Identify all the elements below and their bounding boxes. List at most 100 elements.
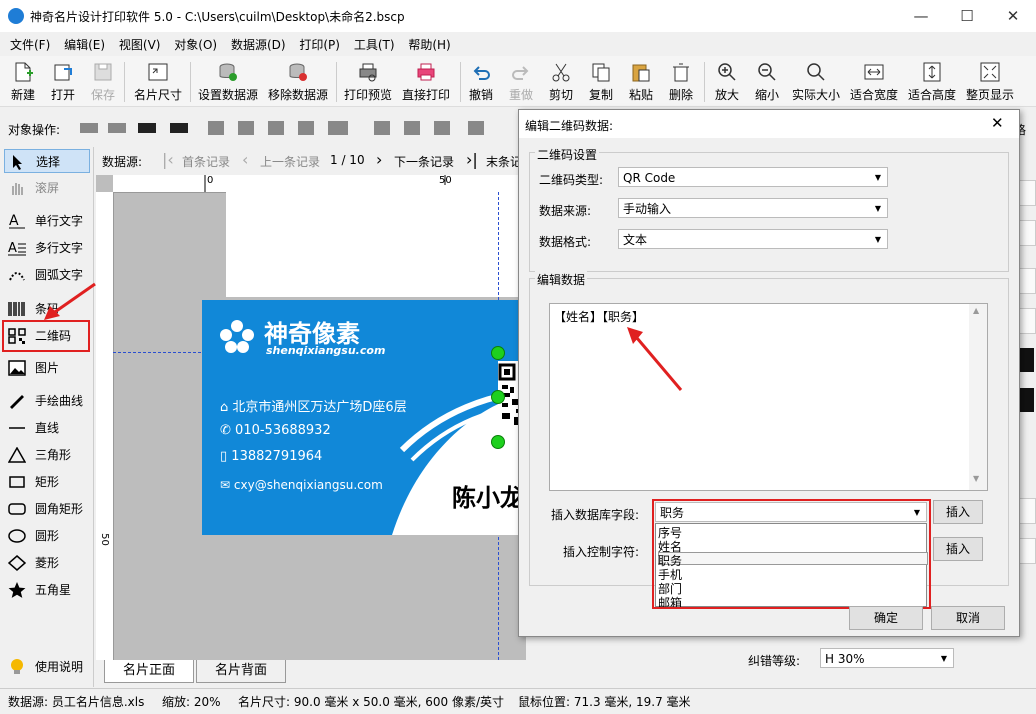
- next-record-icon: ›: [376, 150, 383, 169]
- zoom-out-button[interactable]: 缩小: [754, 59, 780, 103]
- fit-width-button[interactable]: 适合宽度: [848, 59, 900, 103]
- tool-single-line-text[interactable]: A 单行文字: [4, 209, 90, 233]
- qrcode-data-textarea[interactable]: 【姓名】【职务】 ▲ ▼: [549, 303, 988, 491]
- tab-back[interactable]: 名片背面: [196, 660, 286, 683]
- menu-tools[interactable]: 工具(T): [354, 33, 395, 53]
- paste-icon: [632, 64, 650, 82]
- pen-icon: [10, 395, 24, 409]
- tool-image[interactable]: 图片: [4, 356, 90, 380]
- selection-handle-bottom[interactable]: [491, 435, 505, 449]
- fit-page-button[interactable]: 整页显示: [964, 59, 1016, 103]
- insert-field-button[interactable]: 插入: [933, 500, 983, 524]
- tab-front[interactable]: 名片正面: [104, 660, 194, 683]
- menu-object[interactable]: 对象(O): [174, 33, 217, 53]
- menu-edit[interactable]: 编辑(E): [64, 33, 105, 53]
- copy-button[interactable]: 复制: [588, 59, 614, 103]
- save-icon: [94, 63, 112, 81]
- status-bar: 数据源: 员工名片信息.xls 缩放: 20% 名片尺寸: 90.0 毫米 x …: [0, 688, 1036, 714]
- brand-logo-icon: [220, 320, 254, 353]
- tool-rectangle[interactable]: 矩形: [4, 470, 90, 494]
- text-icon: A: [9, 213, 25, 229]
- tool-scroll[interactable]: 滚屏: [4, 176, 90, 200]
- alignment-tools[interactable]: [76, 117, 516, 139]
- tool-diamond[interactable]: 菱形: [4, 551, 90, 575]
- datasource-nav: 数据源: |‹ 首条记录 ‹ 上一条记录 1 / 10 › 下一条记录 ›| 末…: [96, 147, 526, 173]
- actual-size-button[interactable]: 实际大小: [790, 59, 842, 103]
- cancel-button[interactable]: 取消: [931, 606, 1005, 630]
- qrcode-type-select[interactable]: QR Code ▼: [618, 167, 888, 187]
- menu-datasource[interactable]: 数据源(D): [231, 33, 286, 53]
- textarea-scrollbar[interactable]: ▲ ▼: [969, 304, 987, 490]
- business-card[interactable]: 神奇像素 shenqixiangsu.com ⌂ 北京市通州区万达广场D座6层 …: [202, 300, 526, 535]
- data-source-select[interactable]: 手动输入 ▼: [618, 198, 888, 218]
- last-record-button[interactable]: 末条记: [486, 153, 522, 170]
- new-button[interactable]: 新建: [10, 59, 36, 103]
- toolbar-separator: [124, 62, 125, 102]
- remove-datasource-button[interactable]: 移除数据源: [266, 59, 330, 103]
- set-datasource-button[interactable]: 设置数据源: [196, 59, 260, 103]
- insert-control-char-button[interactable]: 插入: [933, 537, 983, 561]
- status-card-size: 名片尺寸: 90.0 毫米 x 50.0 毫米, 600 像素/英寸: [238, 695, 505, 709]
- fit-height-button[interactable]: 适合高度: [906, 59, 958, 103]
- qrcode-tool-highlight: [2, 320, 90, 352]
- ok-button[interactable]: 确定: [849, 606, 923, 630]
- scroll-up-icon: ▲: [973, 306, 980, 315]
- save-button[interactable]: 保存: [90, 59, 116, 103]
- menu-file[interactable]: 文件(F): [10, 33, 50, 53]
- paste-button[interactable]: 粘贴: [628, 59, 654, 103]
- chevron-down-icon: ▼: [874, 173, 881, 182]
- open-button[interactable]: 打开: [50, 59, 76, 103]
- mobile-row: ▯ 13882791964: [220, 449, 322, 464]
- help-guide[interactable]: 使用说明: [4, 655, 90, 679]
- undo-button[interactable]: 撤销: [468, 59, 494, 103]
- menu-help[interactable]: 帮助(H): [408, 33, 450, 53]
- cut-button[interactable]: 剪切: [548, 59, 574, 103]
- print-preview-button[interactable]: 打印预览: [342, 59, 394, 103]
- zoom-out-icon: [758, 63, 776, 81]
- tool-ellipse[interactable]: 圆形: [4, 524, 90, 548]
- edit-qrcode-dialog: 编辑二维码数据: ✕ 二维码设置 二维码类型: QR Code ▼ 数据来源: 手…: [518, 109, 1020, 637]
- next-record-button[interactable]: 下一条记录: [394, 153, 454, 170]
- tool-triangle[interactable]: 三角形: [4, 443, 90, 467]
- dialog-close-icon[interactable]: ✕: [991, 114, 1004, 132]
- tool-freehand[interactable]: 手绘曲线: [4, 389, 90, 413]
- tool-star[interactable]: 五角星: [4, 578, 90, 602]
- last-record-icon: ›|: [466, 150, 478, 169]
- card-size-button[interactable]: 名片尺寸: [132, 59, 184, 103]
- data-format-select[interactable]: 文本 ▼: [618, 229, 888, 249]
- zoom-in-button[interactable]: 放大: [714, 59, 740, 103]
- maximize-button[interactable]: ☐: [944, 0, 990, 32]
- card-margin-area: [226, 185, 528, 297]
- ecc-select[interactable]: H 30% ▼: [820, 648, 954, 668]
- selection-handle-top[interactable]: [491, 346, 505, 360]
- selection-handle-middle[interactable]: [491, 390, 505, 404]
- tool-line[interactable]: 直线: [4, 416, 90, 440]
- close-button[interactable]: ✕: [990, 0, 1036, 32]
- delete-button[interactable]: 删除: [668, 59, 694, 103]
- direct-print-button[interactable]: 直接打印: [400, 59, 452, 103]
- minimize-button[interactable]: —: [898, 0, 944, 32]
- rectangle-icon: [9, 476, 25, 488]
- qrcode-data-text: 【姓名】【职务】: [554, 310, 645, 324]
- record-counter: 1 / 10: [330, 153, 365, 167]
- menu-print[interactable]: 打印(P): [299, 33, 340, 53]
- scroll-down-icon: ▼: [973, 474, 980, 483]
- phone-icon: ✆: [220, 423, 231, 438]
- tool-multi-line-text[interactable]: A 多行文字: [4, 236, 90, 260]
- toolbar: 新建 打开 保存 名片尺寸 设置数据源 移除数据源 打印预览 直接打印 撤销 重…: [0, 56, 1036, 107]
- redo-button[interactable]: 重做: [508, 59, 534, 103]
- edit-group-label: 编辑数据: [535, 271, 588, 288]
- star-icon: [8, 582, 26, 598]
- chevron-down-icon: ▼: [874, 204, 881, 213]
- prev-record-button[interactable]: 上一条记录: [260, 153, 320, 170]
- tool-select[interactable]: 选择: [4, 149, 90, 173]
- redo-icon: [512, 66, 529, 80]
- menu-view[interactable]: 视图(V): [119, 33, 161, 53]
- brand-site: shenqixiangsu.com: [266, 344, 386, 357]
- annotation-arrow: [627, 327, 683, 391]
- magnifier-icon: [807, 63, 825, 81]
- trash-icon: [673, 63, 689, 82]
- tool-rounded-rectangle[interactable]: 圆角矩形: [4, 497, 90, 521]
- prev-record-icon: ‹: [242, 150, 249, 169]
- first-record-button[interactable]: 首条记录: [182, 153, 230, 170]
